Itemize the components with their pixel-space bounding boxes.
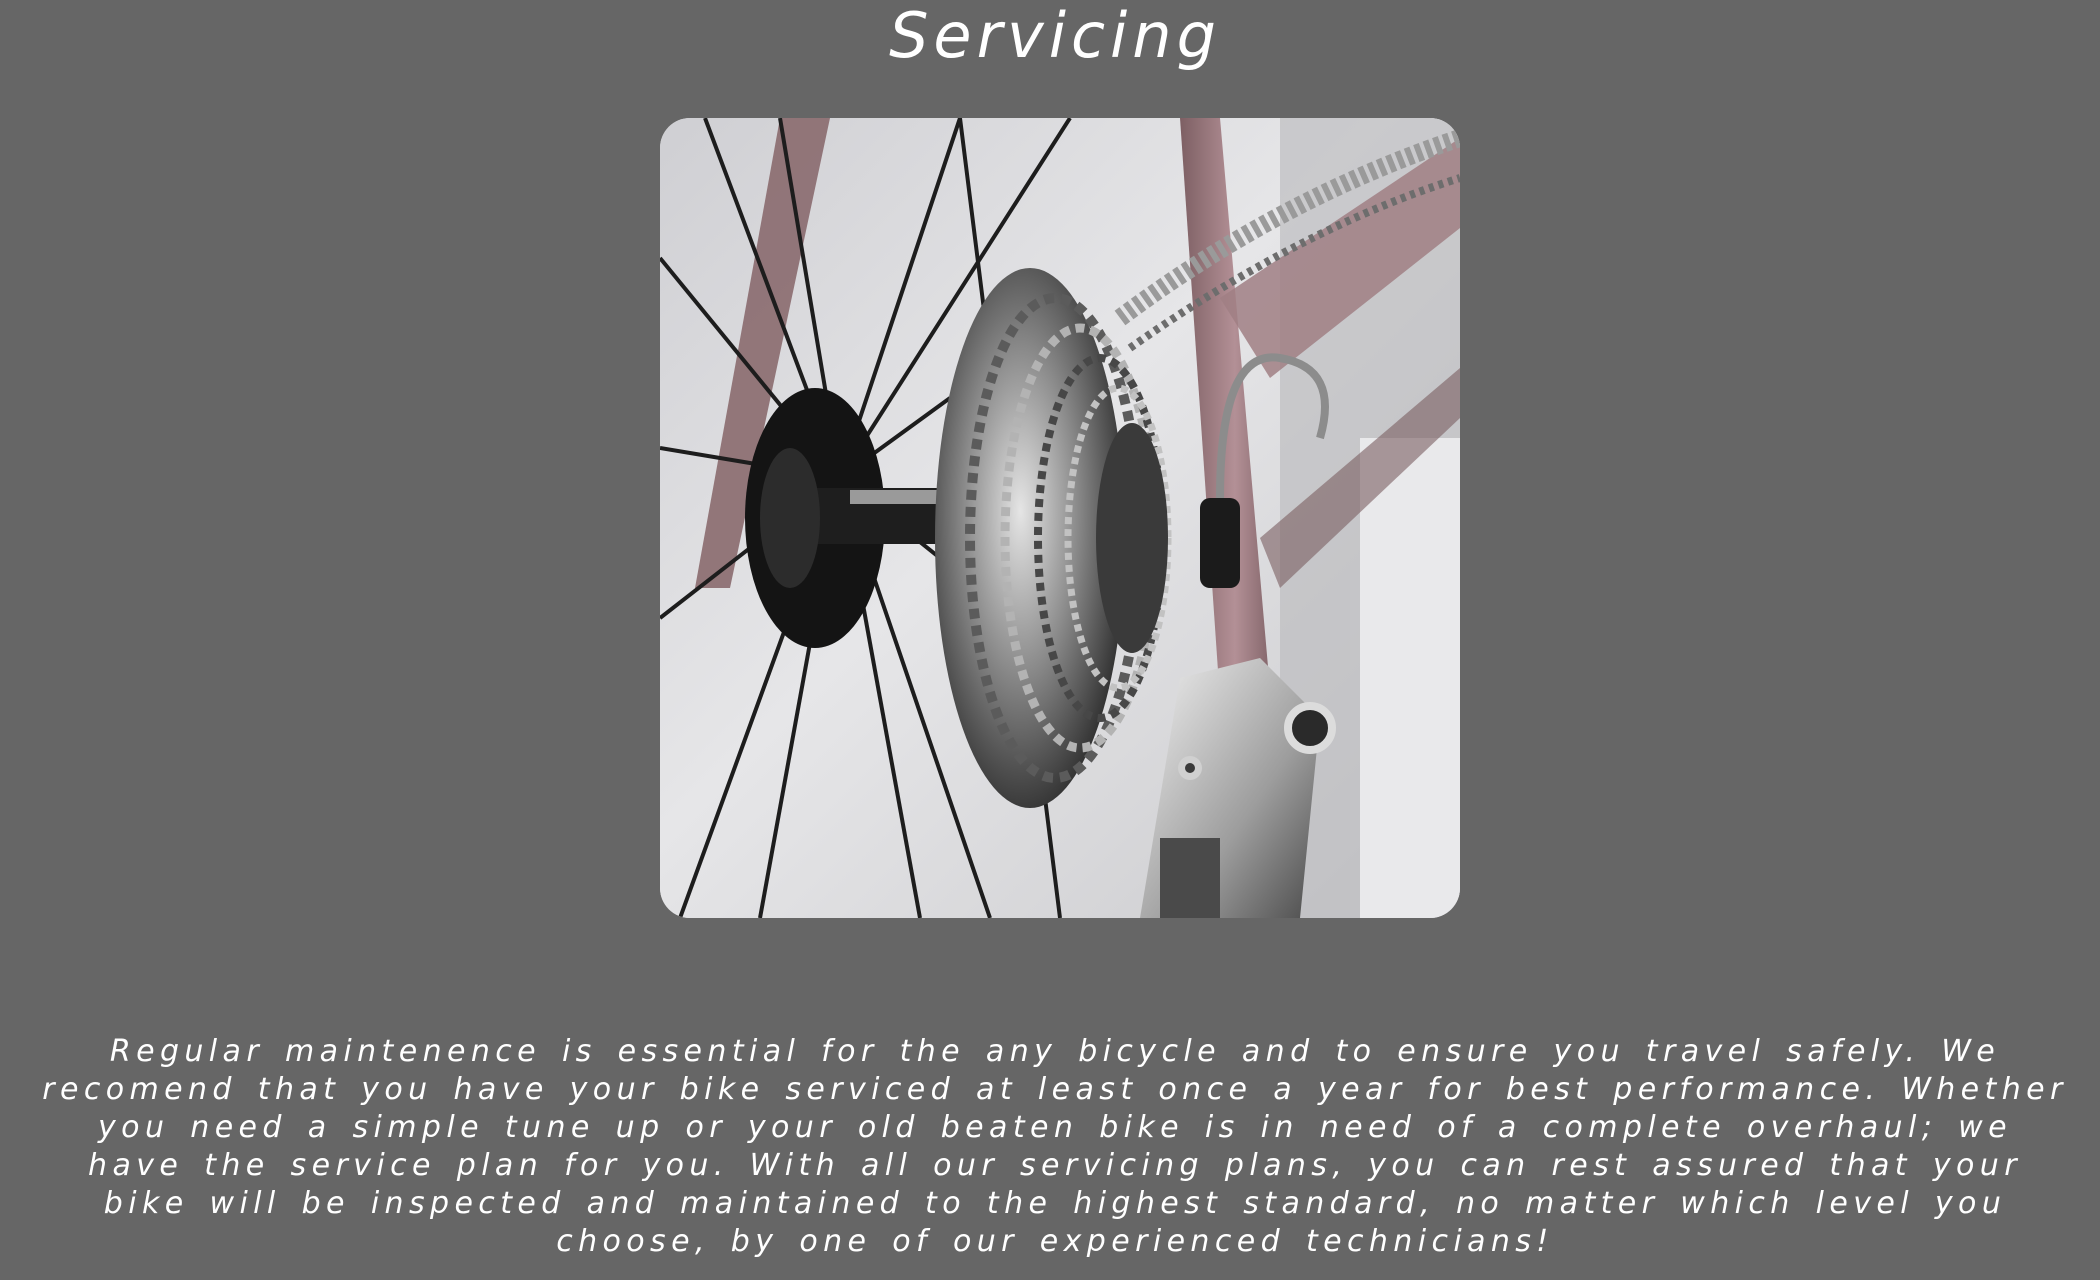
servicing-section: Servicing Regular maintenence is essenti… — [0, 0, 2100, 1280]
section-title: Servicing — [889, 0, 1221, 72]
bicycle-cassette-photo — [660, 118, 1460, 918]
servicing-description: Regular maintenence is essential for the… — [42, 1034, 2068, 1259]
